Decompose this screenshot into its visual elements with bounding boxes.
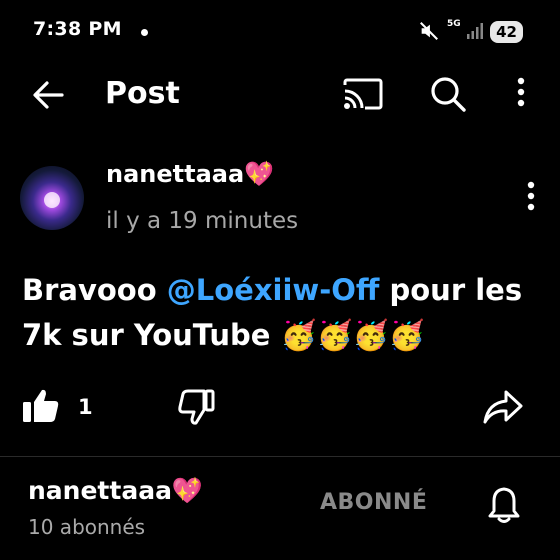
- post-body: Bravooo @Loéxiiw-Off pour les 7k sur You…: [22, 268, 552, 358]
- status-bar: 7:38 PM 5G 42: [0, 0, 560, 64]
- share-icon[interactable]: [482, 389, 524, 425]
- avatar[interactable]: [20, 166, 84, 230]
- page-title: Post: [105, 76, 180, 111]
- channel-name[interactable]: nanettaaa💖: [28, 476, 203, 506]
- thumbs-down-icon[interactable]: [176, 388, 216, 426]
- post-text-before: Bravooo: [22, 273, 167, 307]
- battery-level: 42: [490, 21, 523, 43]
- app-bar: Post: [0, 64, 560, 126]
- bell-icon[interactable]: [486, 485, 522, 525]
- more-vert-icon[interactable]: [512, 76, 530, 110]
- post-more-vert-icon[interactable]: [524, 180, 538, 214]
- subscriber-count: 10 abonnés: [28, 515, 146, 539]
- network-type: 5G: [447, 19, 461, 29]
- divider: [0, 456, 560, 457]
- mute-icon: [420, 22, 438, 40]
- thumbs-up-icon[interactable]: [22, 388, 60, 424]
- post-mention-link[interactable]: @Loéxiiw-Off: [167, 273, 380, 307]
- notification-dot-icon: [141, 29, 148, 36]
- like-count: 1: [78, 395, 93, 419]
- subscribe-button[interactable]: ABONNÉ: [320, 490, 427, 515]
- post-author[interactable]: nanettaaa💖: [106, 160, 274, 188]
- cast-icon[interactable]: [342, 77, 384, 111]
- post-timestamp: il y a 19 minutes: [106, 208, 299, 234]
- signal-icon: [467, 23, 483, 39]
- search-icon[interactable]: [429, 75, 467, 113]
- status-time: 7:38 PM: [33, 18, 122, 40]
- arrow-left-icon[interactable]: [30, 78, 66, 112]
